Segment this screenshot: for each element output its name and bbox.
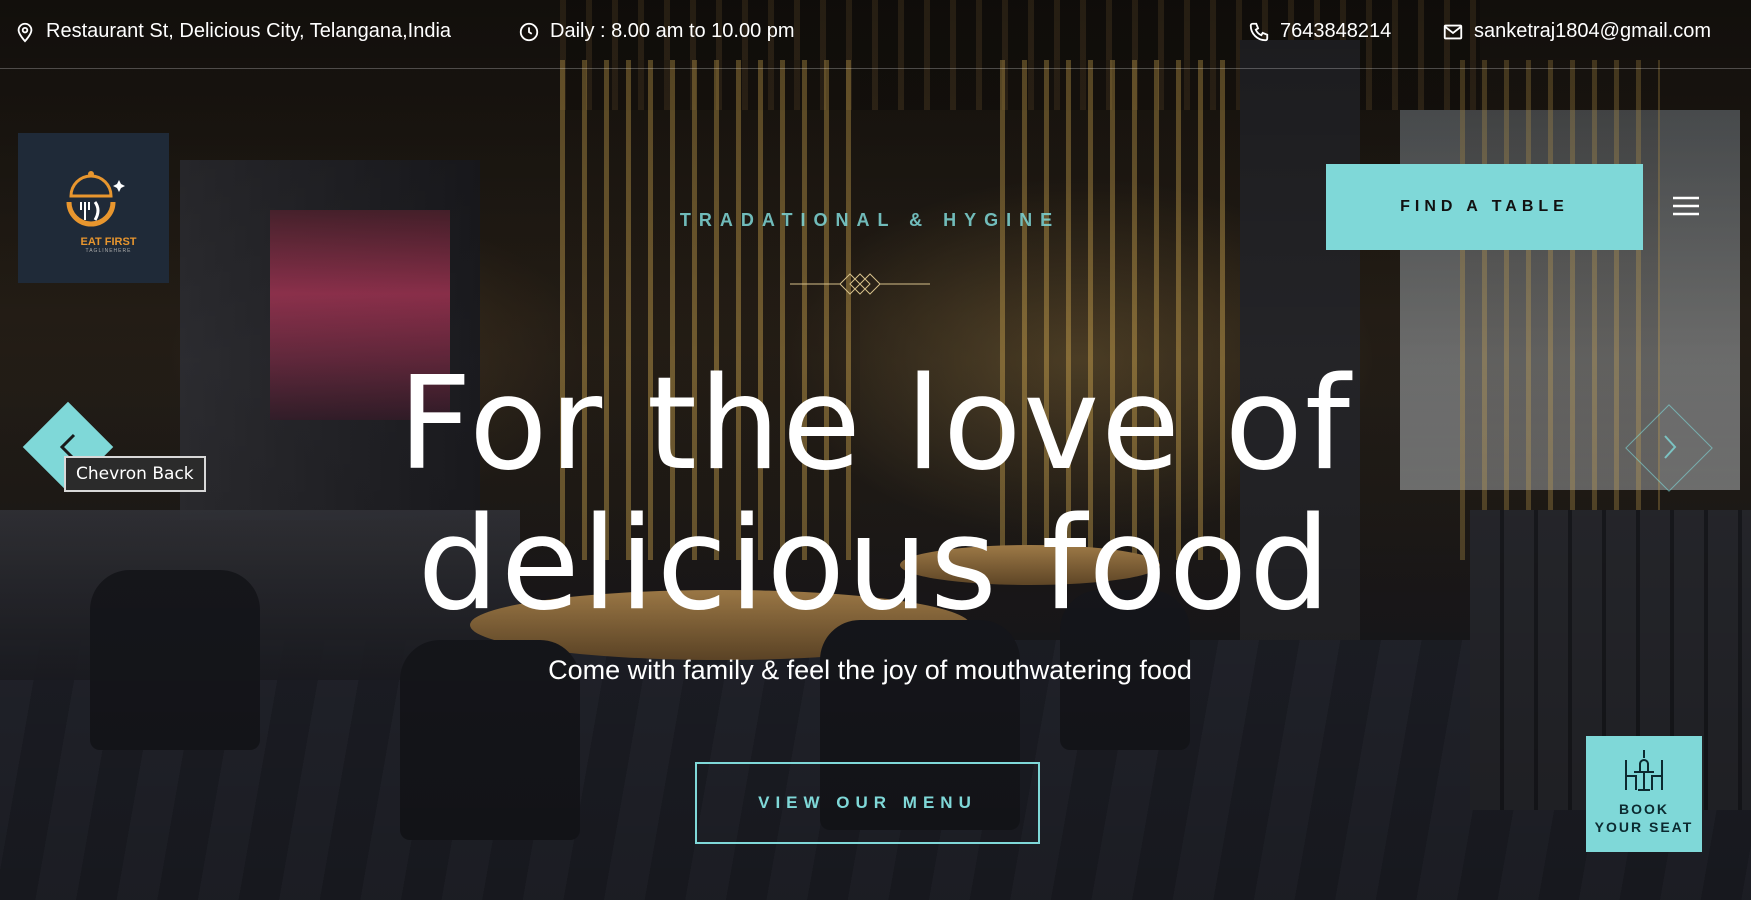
slider-next-button[interactable] (1620, 399, 1716, 495)
hours-text: Daily : 8.00 am to 10.00 pm (550, 20, 795, 42)
email-link[interactable]: sanketraj1804@gmail.com (1442, 20, 1711, 43)
logo-tagline: TAGLINEHERE (85, 248, 132, 254)
clock-icon (519, 22, 539, 41)
address-info: Restaurant St, Delicious City, Telangana… (14, 20, 451, 43)
eat-first-logo-icon (66, 171, 125, 227)
book-label-line1: BOOK (1619, 801, 1669, 817)
dining-table-icon (1625, 750, 1663, 791)
phone-text: 7643848214 (1280, 20, 1392, 42)
mail-icon (1443, 24, 1463, 39)
view-our-menu-button[interactable]: VIEW OUR MENU (695, 762, 1040, 844)
book-your-seat-button[interactable]: BOOK YOUR SEAT (1586, 736, 1702, 852)
top-info-bar: Restaurant St, Delicious City, Telangana… (0, 0, 1751, 69)
email-text: sanketraj1804@gmail.com (1474, 20, 1712, 42)
phone-icon (1249, 22, 1269, 41)
find-a-table-button[interactable]: FIND A TABLE (1326, 164, 1643, 250)
hero-subline: Come with family & feel the joy of mouth… (548, 655, 1192, 685)
logo-brand-text: EAT FIRST (80, 236, 137, 248)
book-label-line2: YOUR SEAT (1594, 819, 1694, 835)
address-text: Restaurant St, Delicious City, Telangana… (46, 20, 452, 42)
chevron-right-icon (1664, 435, 1677, 459)
prev-tooltip: Chevron Back (64, 456, 206, 492)
hours-info: Daily : 8.00 am to 10.00 pm (518, 20, 795, 43)
phone-link[interactable]: 7643848214 (1248, 20, 1391, 43)
site-logo[interactable]: EAT FIRST TAGLINEHERE (18, 133, 169, 283)
diamond-divider-icon (790, 273, 930, 295)
hamburger-menu-icon[interactable] (1673, 196, 1699, 216)
location-pin-icon (17, 22, 33, 43)
hero-headline: For the love of delicious food (398, 350, 1352, 639)
hero-eyebrow: TRADATIONAL & HYGINE (679, 210, 1061, 230)
